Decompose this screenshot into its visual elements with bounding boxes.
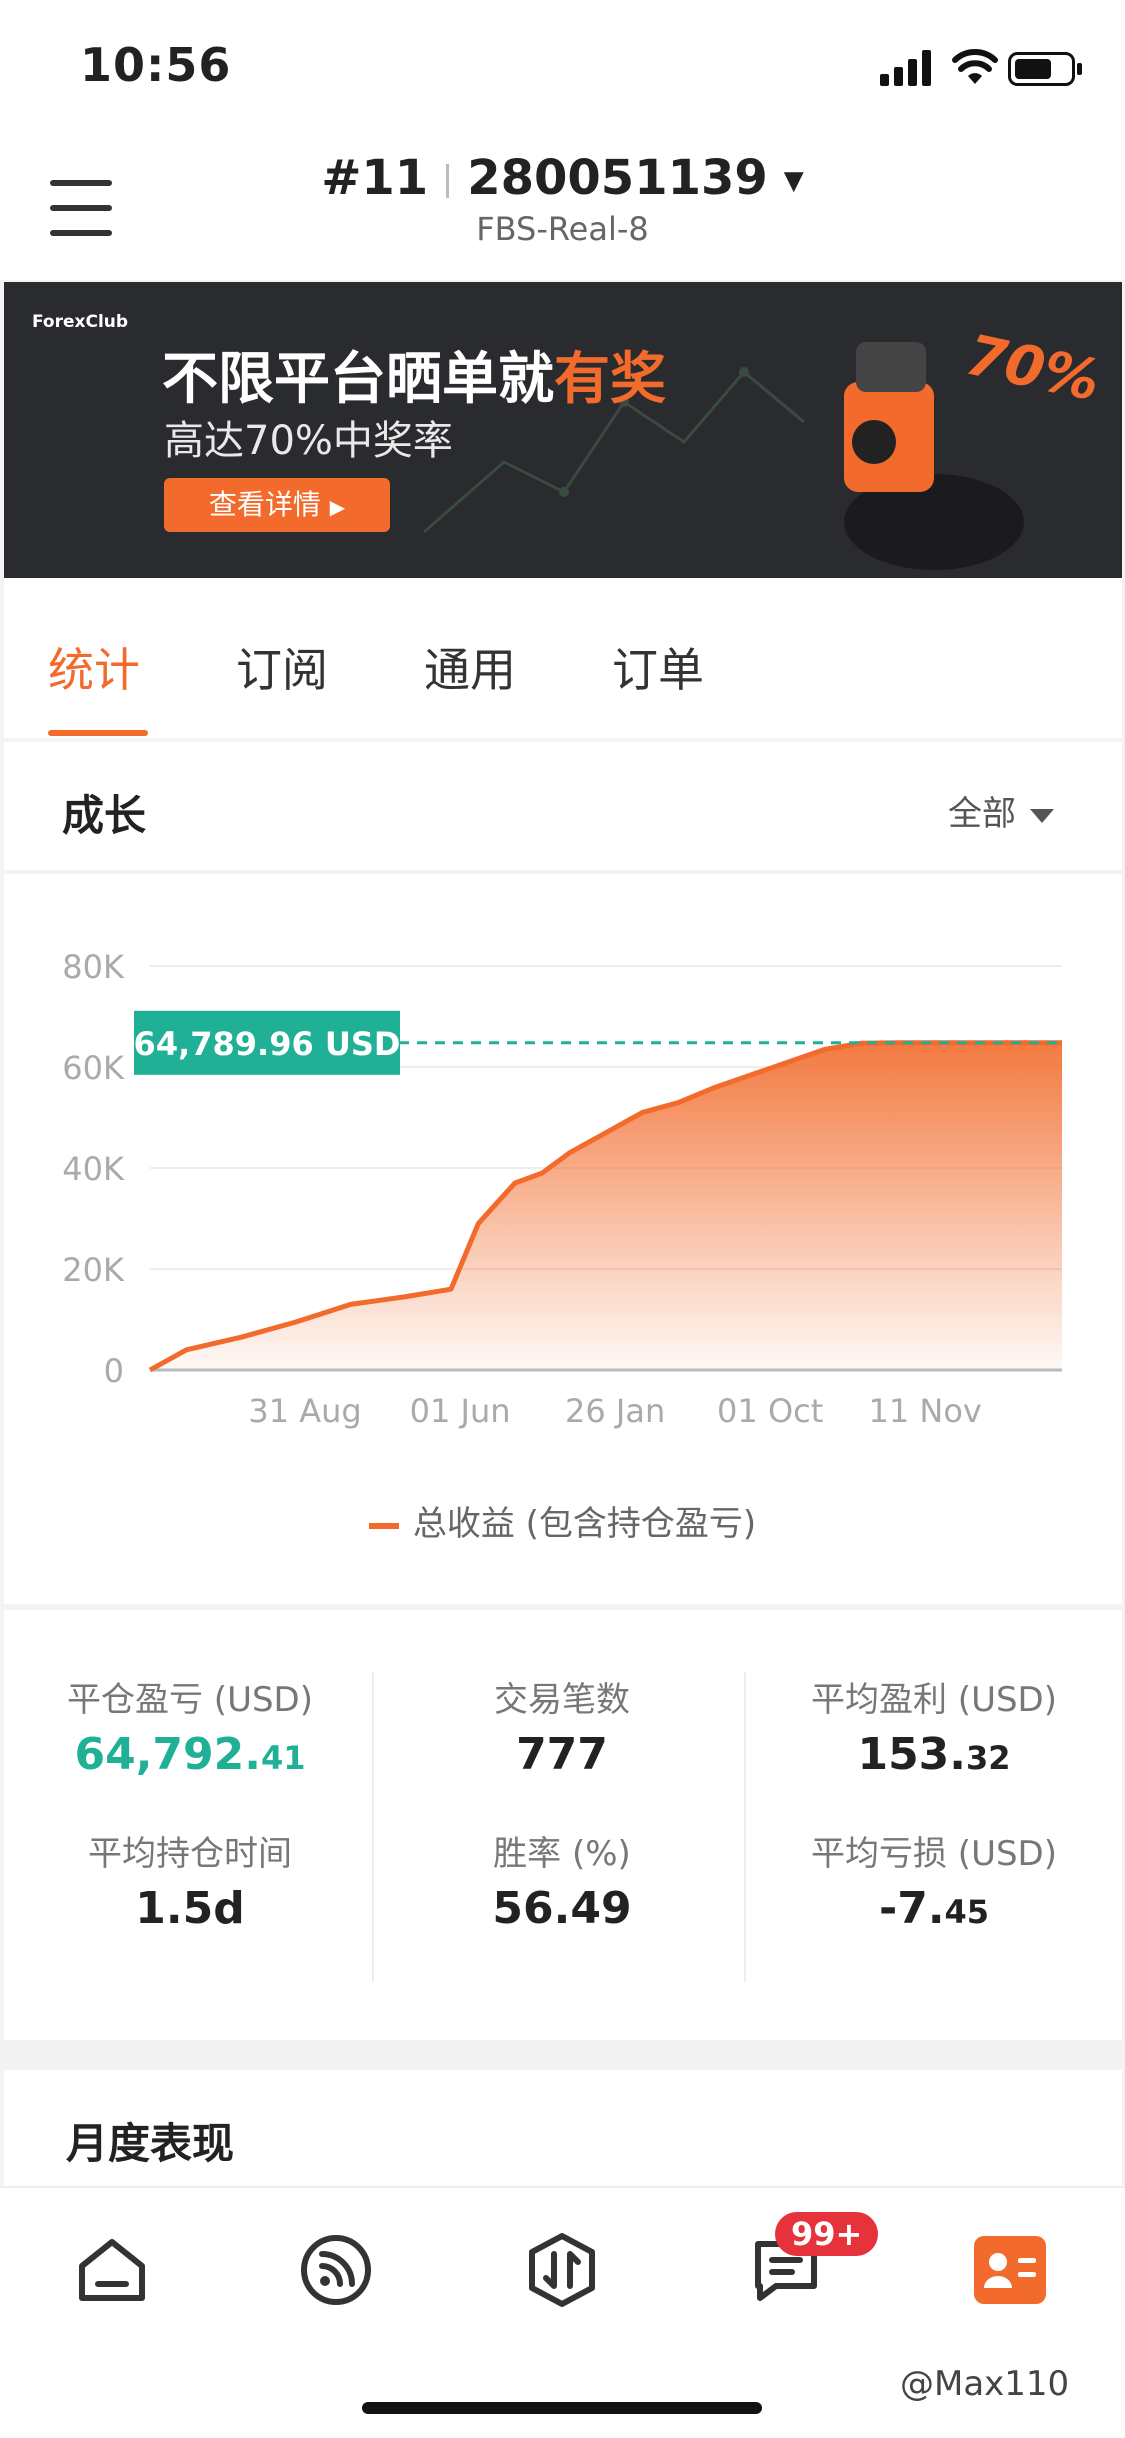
cellular-signal-icon — [880, 50, 931, 86]
growth-chart: 80K 60K 40K 20K 0 31 Aug 01 Jun 26 Jan 01 Oct 11 … — [62, 948, 1062, 1430]
x-tick-label: 31 Aug — [248, 1392, 361, 1430]
home-icon[interactable] — [72, 2230, 152, 2310]
stat-label: 平均盈利 (USD) — [811, 1680, 1057, 1720]
play-arrow-icon: ▶ — [329, 495, 346, 519]
stat-value: 64,792.41 — [74, 1729, 306, 1780]
stat-item: 交易笔数 777 — [376, 1672, 748, 1780]
account-selector[interactable]: #11 280051139 ▼ FBS-Real-8 — [0, 150, 1125, 248]
stat-value: 777 — [516, 1729, 608, 1780]
tab-orders[interactable]: 订单 — [612, 634, 704, 700]
stat-value-decimals: 45 — [944, 1893, 990, 1931]
growth-range-filter[interactable]: 全部 — [948, 786, 1054, 835]
growth-chart-card: 80K 60K 40K 20K 0 31 Aug 01 Jun 26 Jan 01 Oct 11 … — [4, 874, 1122, 1604]
banner-button-label: 查看详情 — [208, 488, 321, 521]
y-tick-label: 0 — [104, 1352, 124, 1390]
status-time: 10:56 — [80, 38, 232, 92]
stat-item: 平均亏损 (USD) -7.45 — [748, 1826, 1120, 1934]
stat-item: 平均盈利 (USD) 153.32 — [748, 1672, 1120, 1780]
account-server: FBS-Real-8 — [476, 210, 649, 248]
watermark: @Max110 — [900, 2364, 1070, 2404]
tab-bar: 统计 订阅 通用 订单 — [4, 578, 1122, 738]
feed-icon[interactable] — [296, 2230, 376, 2310]
stat-value: 56.49 — [492, 1883, 632, 1934]
x-tick-label: 11 Nov — [869, 1392, 982, 1430]
growth-filter-label: 全部 — [948, 794, 1016, 834]
banner-title-prefix: 不限平台晒单就 — [162, 347, 554, 412]
y-tick-label: 20K — [62, 1251, 125, 1289]
stat-label: 平均亏损 (USD) — [811, 1834, 1057, 1874]
series-area — [150, 1042, 1062, 1370]
profile-card-icon[interactable] — [970, 2230, 1050, 2310]
x-tick-label: 01 Oct — [717, 1392, 823, 1430]
monthly-title: 月度表现 — [66, 2119, 235, 2168]
account-number: 280051139 — [467, 150, 768, 206]
forexclub-logo: ForexClub — [32, 312, 129, 332]
tab-active-indicator — [48, 730, 148, 736]
legend-swatch — [368, 1522, 399, 1529]
banner-title-highlight: 有奖 — [554, 347, 666, 412]
stat-label: 平均持仓时间 — [88, 1834, 292, 1874]
banner-title: 不限平台晒单就有奖 — [162, 334, 666, 415]
trade-icon[interactable] — [522, 2230, 602, 2310]
account-index: #11 — [321, 150, 429, 206]
stat-item: 平均持仓时间 1.5d — [4, 1826, 376, 1934]
stat-value: 1.5d — [135, 1883, 245, 1934]
banner-details-button[interactable]: 查看详情 ▶ — [164, 478, 390, 532]
y-tick-label: 80K — [62, 948, 125, 986]
home-indicator — [362, 2402, 762, 2414]
stat-value-decimals: 32 — [966, 1739, 1011, 1777]
x-tick-label: 26 Jan — [565, 1392, 665, 1430]
tab-subscribe[interactable]: 订阅 — [236, 634, 328, 700]
tab-general[interactable]: 通用 — [424, 634, 516, 700]
banner-subtitle: 高达70%中奖率 — [164, 418, 453, 464]
stat-item: 胜率 (%) 56.49 — [376, 1826, 748, 1934]
current-value-label: 64,789.96 USD — [134, 1025, 401, 1063]
y-tick-label: 40K — [62, 1150, 125, 1188]
chart-legend: 总收益 (包含持仓盈亏) — [0, 1496, 1125, 1545]
stat-label: 胜率 (%) — [493, 1834, 631, 1874]
y-tick-label: 60K — [62, 1049, 125, 1087]
promo-banner[interactable]: ForexClub 不限平台晒单就有奖 高达70%中奖率 查看详情 ▶ 70% — [4, 282, 1122, 578]
caret-down-icon: ▼ — [783, 166, 804, 196]
tab-stats[interactable]: 统计 — [48, 634, 140, 700]
battery-icon — [1008, 52, 1082, 86]
account-separator — [446, 164, 450, 198]
growth-title: 成长 — [62, 791, 147, 840]
stat-label: 交易笔数 — [494, 1680, 630, 1720]
wifi-icon — [952, 49, 998, 84]
legend-label: 总收益 (包含持仓盈亏) — [412, 1504, 757, 1544]
stat-value: -7.45 — [878, 1883, 990, 1934]
messages-badge: 99+ — [775, 2212, 879, 2256]
stat-value-decimals: 41 — [260, 1739, 306, 1777]
x-tick-label: 01 Jun — [410, 1392, 511, 1430]
stat-value: 153.32 — [857, 1729, 1011, 1780]
stat-item: 平仓盈亏 (USD) 64,792.41 — [4, 1672, 376, 1780]
stat-label: 平仓盈亏 (USD) — [67, 1680, 313, 1720]
triangle-down-icon — [1030, 808, 1054, 823]
